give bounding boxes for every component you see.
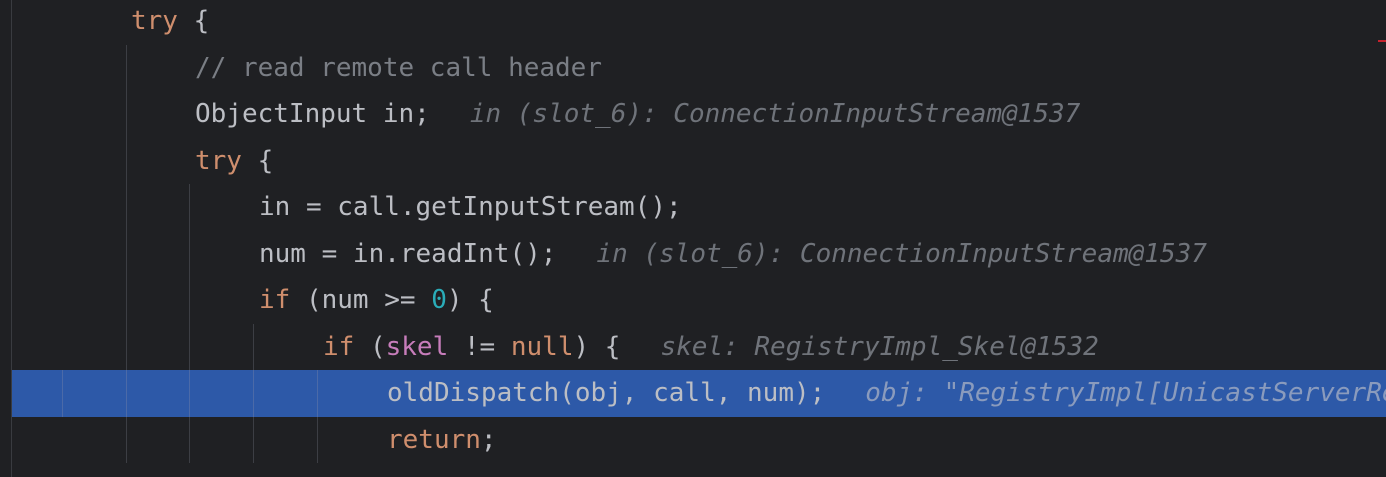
code-token: oldDispatch(obj, call, num); xyxy=(387,378,826,408)
indent-guide xyxy=(126,416,127,463)
code-line[interactable]: if (skel != null) { skel: RegistryImpl_Sk… xyxy=(12,323,1386,371)
code-token: ) { xyxy=(446,285,494,315)
gutter-guide xyxy=(126,370,127,417)
code-line[interactable]: try { xyxy=(12,137,1386,185)
code-token: { xyxy=(177,6,210,36)
code-text: return; xyxy=(387,417,497,464)
code-line[interactable]: num = in.readInt(); in (slot_6): Connecti… xyxy=(12,230,1386,278)
indent-guide xyxy=(189,323,190,370)
code-text: if (skel != null) { skel: RegistryImpl_Sk… xyxy=(323,324,1099,371)
code-token: in = call.getInputStream(); xyxy=(259,192,682,222)
indent-guide xyxy=(189,370,190,417)
code-line[interactable]: // read remote call header xyxy=(12,44,1386,92)
indent-guide xyxy=(189,277,190,324)
inline-debug-value[interactable]: obj: "RegistryImpl[UnicastServerRef [liv… xyxy=(865,378,1386,408)
code-token: (num >= xyxy=(290,285,432,315)
execution-point-line[interactable]: oldDispatch(obj, call, num); obj: "Regist… xyxy=(12,370,1386,417)
code-text: // read remote call header xyxy=(195,45,602,92)
comment-token: // read remote call header xyxy=(195,52,602,83)
gutter-guide xyxy=(62,370,63,417)
code-text: if (num >= 0) { xyxy=(259,277,494,324)
keyword-token: try xyxy=(131,6,178,36)
indent-guide xyxy=(189,184,190,231)
indent-guide xyxy=(253,416,254,463)
keyword-token: if xyxy=(259,285,291,315)
code-editor[interactable]: try { // read remote call header ObjectInp… xyxy=(0,0,1386,477)
indent-guide xyxy=(253,370,254,417)
indent-guide xyxy=(126,277,127,324)
indent-guide xyxy=(253,323,254,370)
code-line[interactable]: if (num >= 0) { xyxy=(12,277,1386,324)
indent-guide xyxy=(126,230,127,277)
code-text: try { xyxy=(131,0,209,45)
indent-guide xyxy=(189,230,190,277)
code-token: ; xyxy=(480,424,497,455)
indent-guide xyxy=(126,91,127,138)
code-line[interactable]: try { xyxy=(12,0,1386,45)
code-token: ObjectInput in; xyxy=(195,99,430,129)
field-token: skel xyxy=(385,331,449,362)
code-text: try { xyxy=(195,138,273,185)
indent-guide xyxy=(317,370,318,417)
code-token: != xyxy=(448,331,511,362)
code-text: in = call.getInputStream(); xyxy=(259,184,682,231)
indent-guide xyxy=(189,416,190,463)
code-line[interactable]: return; xyxy=(12,416,1386,464)
inline-debug-value[interactable]: skel: RegistryImpl_Skel@1532 xyxy=(660,332,1098,362)
keyword-token: try xyxy=(195,145,242,176)
number-token: 0 xyxy=(431,285,447,315)
keyword-token: if xyxy=(323,331,355,362)
keyword-token: return xyxy=(387,424,481,455)
code-text: oldDispatch(obj, call, num); obj: "Regist… xyxy=(387,370,1386,417)
code-text: num = in.readInt(); in (slot_6): Connecti… xyxy=(259,231,1207,278)
code-token: ( xyxy=(354,331,386,362)
indent-guide xyxy=(126,44,127,91)
indent-guide xyxy=(317,416,318,463)
code-text: ObjectInput in; in (slot_6): ConnectionIn… xyxy=(195,91,1080,138)
code-token: num = in.readInt(); xyxy=(259,238,557,269)
inline-debug-value[interactable]: in (slot_6): ConnectionInputStream@1537 xyxy=(596,239,1206,269)
code-line[interactable]: in = call.getInputStream(); xyxy=(12,184,1386,231)
code-line[interactable]: ObjectInput in; in (slot_6): ConnectionIn… xyxy=(12,91,1386,138)
inline-debug-value[interactable]: in (slot_6): ConnectionInputStream@1537 xyxy=(470,99,1080,129)
indent-guide xyxy=(126,184,127,231)
indent-guide xyxy=(126,323,127,370)
indent-guide xyxy=(126,137,127,184)
code-token: { xyxy=(241,145,274,176)
code-token: ) { xyxy=(573,331,621,362)
keyword-token: null xyxy=(510,331,574,362)
